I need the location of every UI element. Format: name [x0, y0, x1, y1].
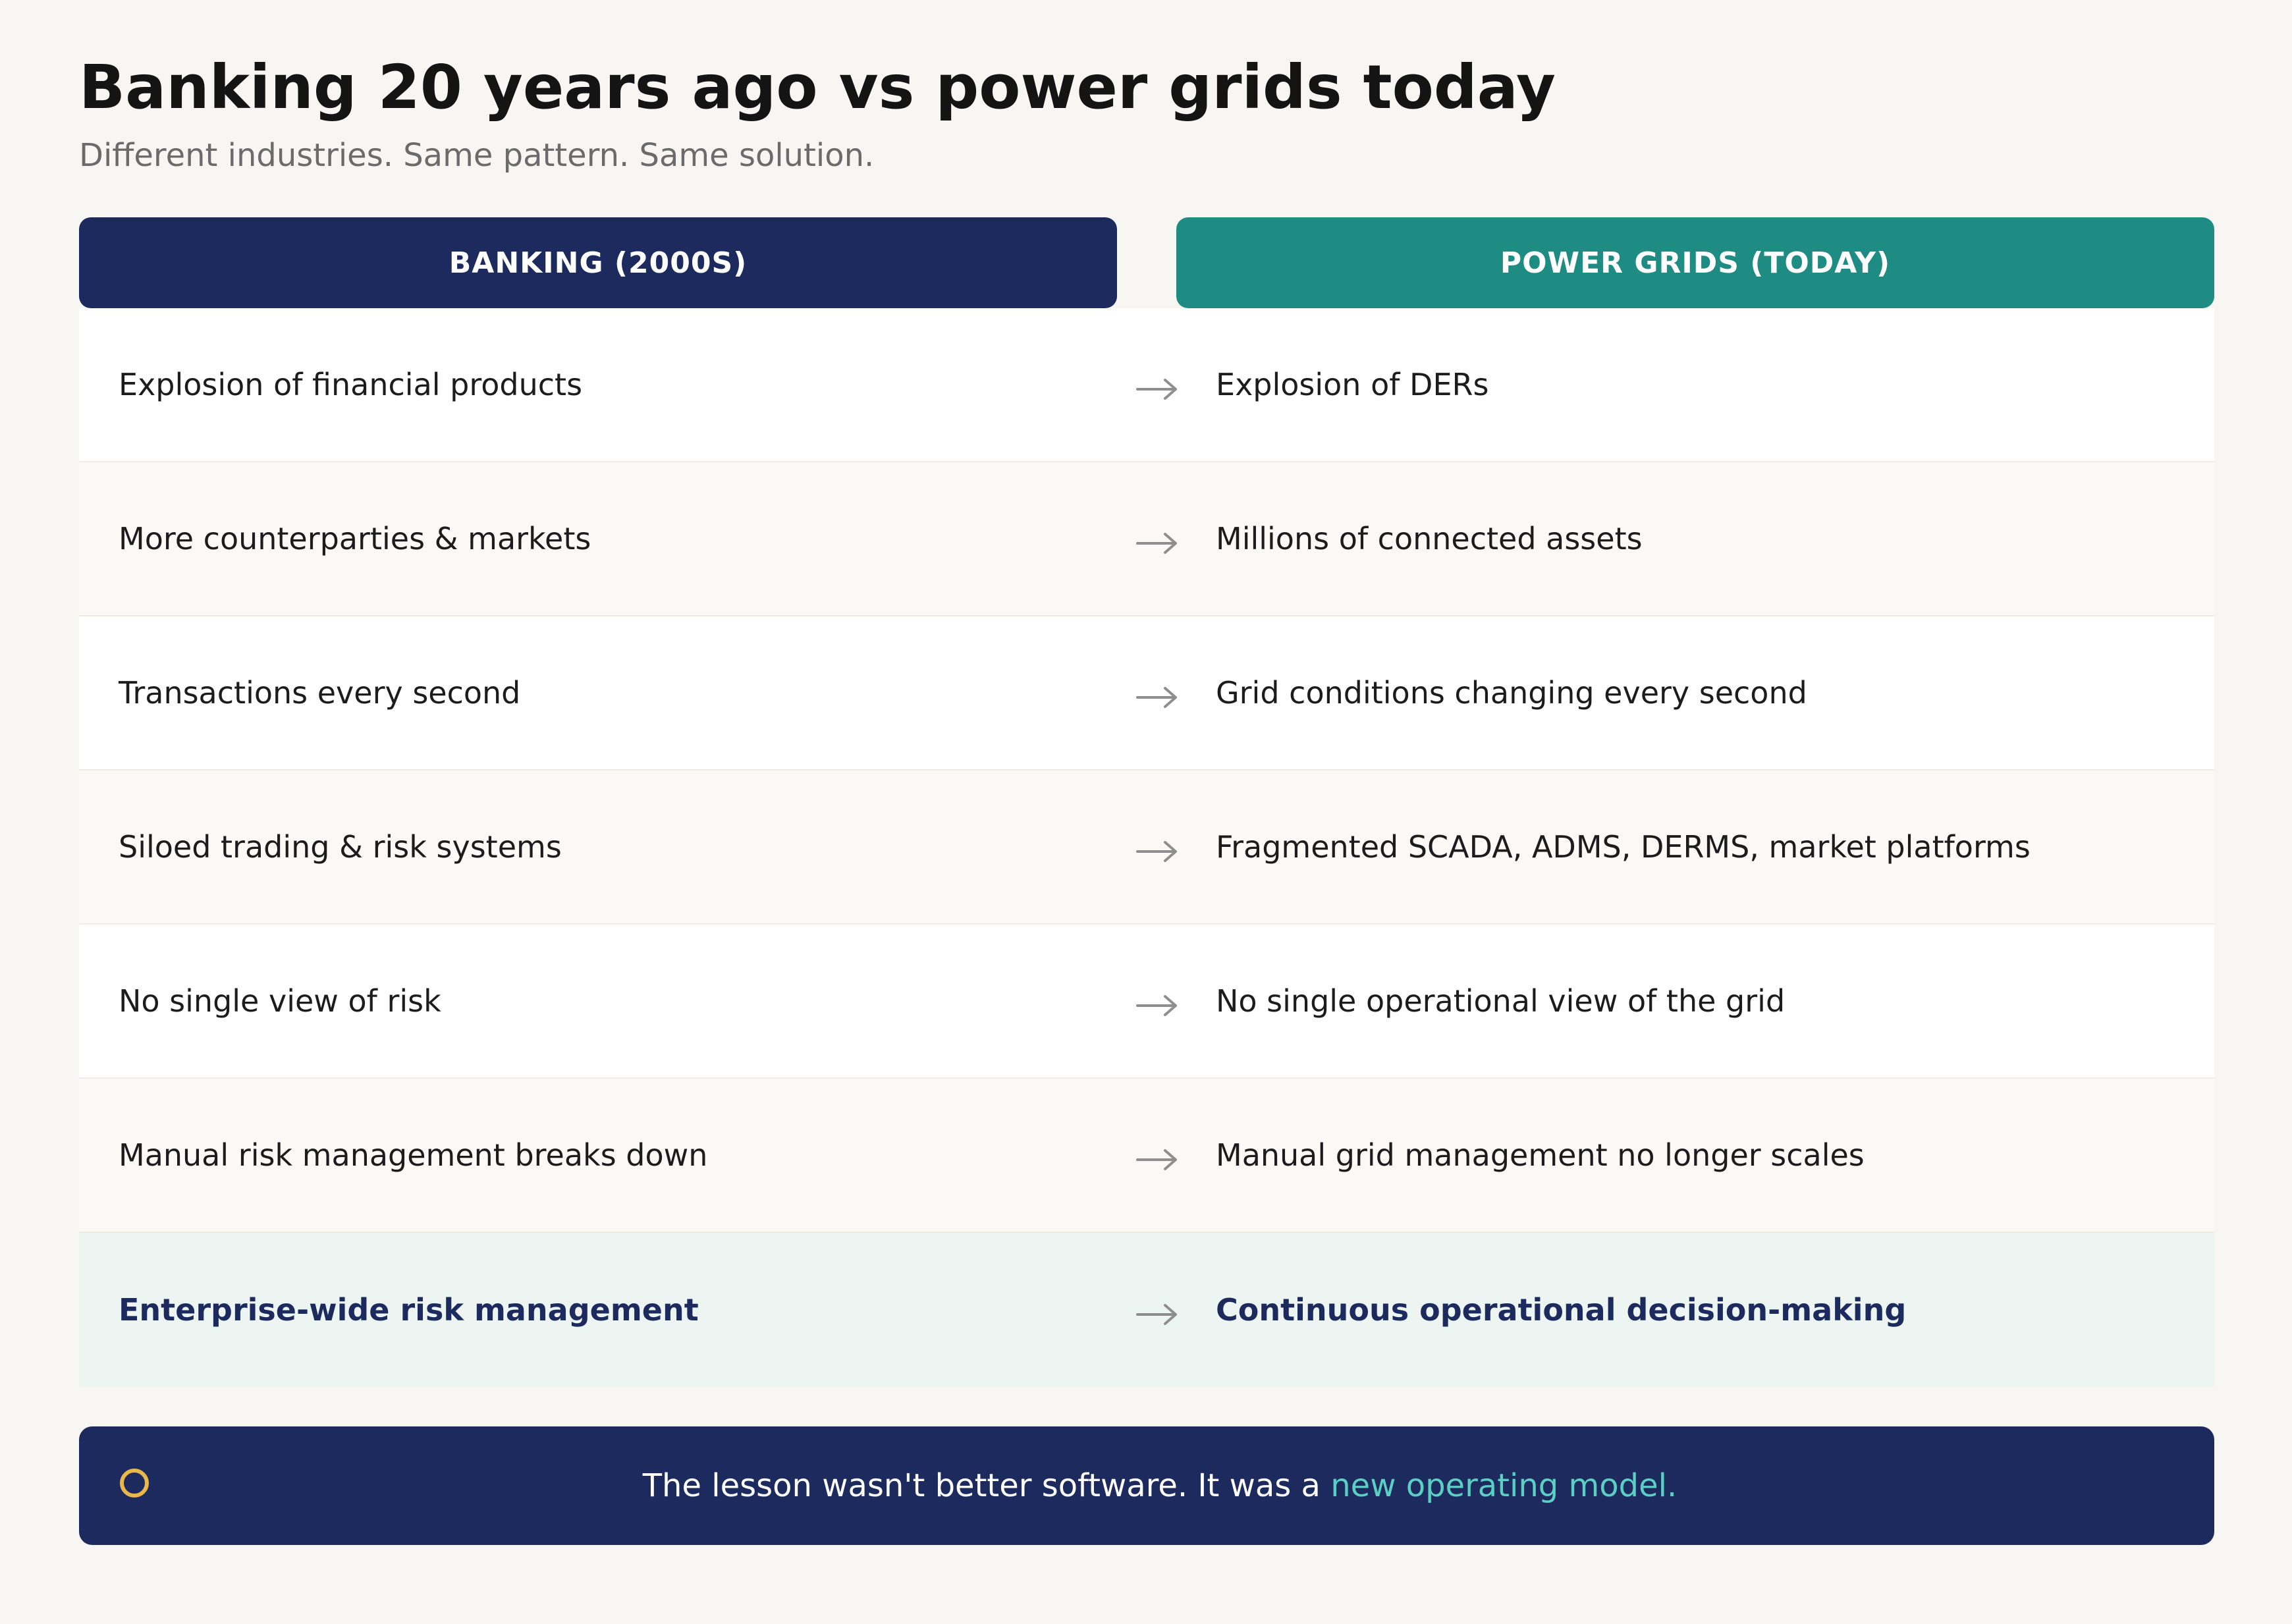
comparison-row: Manual risk management breaks down Manua… — [79, 1079, 2214, 1233]
power-grids-column-header: POWER GRIDS (TODAY) — [1176, 217, 2214, 308]
banking-cell: Explosion of financial products — [119, 367, 583, 402]
power-grids-cell: Explosion of DERs — [1216, 367, 1489, 402]
right-arrow-icon — [1121, 616, 1193, 769]
comparison-table: Explosion of financial products Explosio… — [79, 308, 2214, 1387]
lesson-text-main: The lesson wasn't better software. It wa… — [642, 1467, 1331, 1504]
comparison-row: Explosion of financial products Explosio… — [79, 308, 2214, 462]
banking-cell: Transactions every second — [119, 675, 521, 711]
right-arrow-icon — [1121, 771, 1193, 923]
right-arrow-icon — [1121, 1233, 1193, 1387]
banking-cell: Siloed trading & risk systems — [119, 829, 562, 865]
right-arrow-icon — [1121, 925, 1193, 1077]
comparison-row-conclusion: Enterprise-wide risk management Continuo… — [79, 1233, 2214, 1387]
power-grids-cell: Manual grid management no longer scales — [1216, 1137, 1865, 1173]
right-arrow-icon — [1121, 308, 1193, 461]
power-grids-column-label: POWER GRIDS (TODAY) — [1500, 246, 1891, 280]
power-grids-cell: Fragmented SCADA, ADMS, DERMS, market pl… — [1216, 829, 2031, 865]
power-grids-conclusion-cell: Continuous operational decision-making — [1216, 1292, 1907, 1328]
power-grids-cell: Grid conditions changing every second — [1216, 675, 1807, 711]
comparison-row: Transactions every second Grid condition… — [79, 616, 2214, 771]
banking-column-label: BANKING (2000S) — [449, 246, 748, 280]
banking-conclusion-cell: Enterprise-wide risk management — [119, 1292, 699, 1328]
power-grids-cell: Millions of connected assets — [1216, 521, 1643, 556]
banking-cell: Manual risk management breaks down — [119, 1137, 708, 1173]
right-arrow-icon — [1121, 1079, 1193, 1232]
right-arrow-icon — [1121, 462, 1193, 615]
lesson-text-highlight: new operating model. — [1330, 1467, 1678, 1504]
banking-cell: More counterparties & markets — [119, 521, 591, 556]
comparison-row: Siloed trading & risk systems Fragmented… — [79, 771, 2214, 925]
comparison-row: More counterparties & markets Millions o… — [79, 462, 2214, 616]
lesson-text: The lesson wasn't better software. It wa… — [79, 1426, 2214, 1545]
page-title: Banking 20 years ago vs power grids toda… — [79, 52, 1556, 122]
comparison-row: No single view of risk No single operati… — [79, 925, 2214, 1079]
banking-column-header: BANKING (2000S) — [79, 217, 1117, 308]
page-subtitle: Different industries. Same pattern. Same… — [79, 137, 875, 174]
power-grids-cell: No single operational view of the grid — [1216, 983, 1786, 1019]
banking-cell: No single view of risk — [119, 983, 441, 1019]
lesson-banner: The lesson wasn't better software. It wa… — [79, 1426, 2214, 1545]
